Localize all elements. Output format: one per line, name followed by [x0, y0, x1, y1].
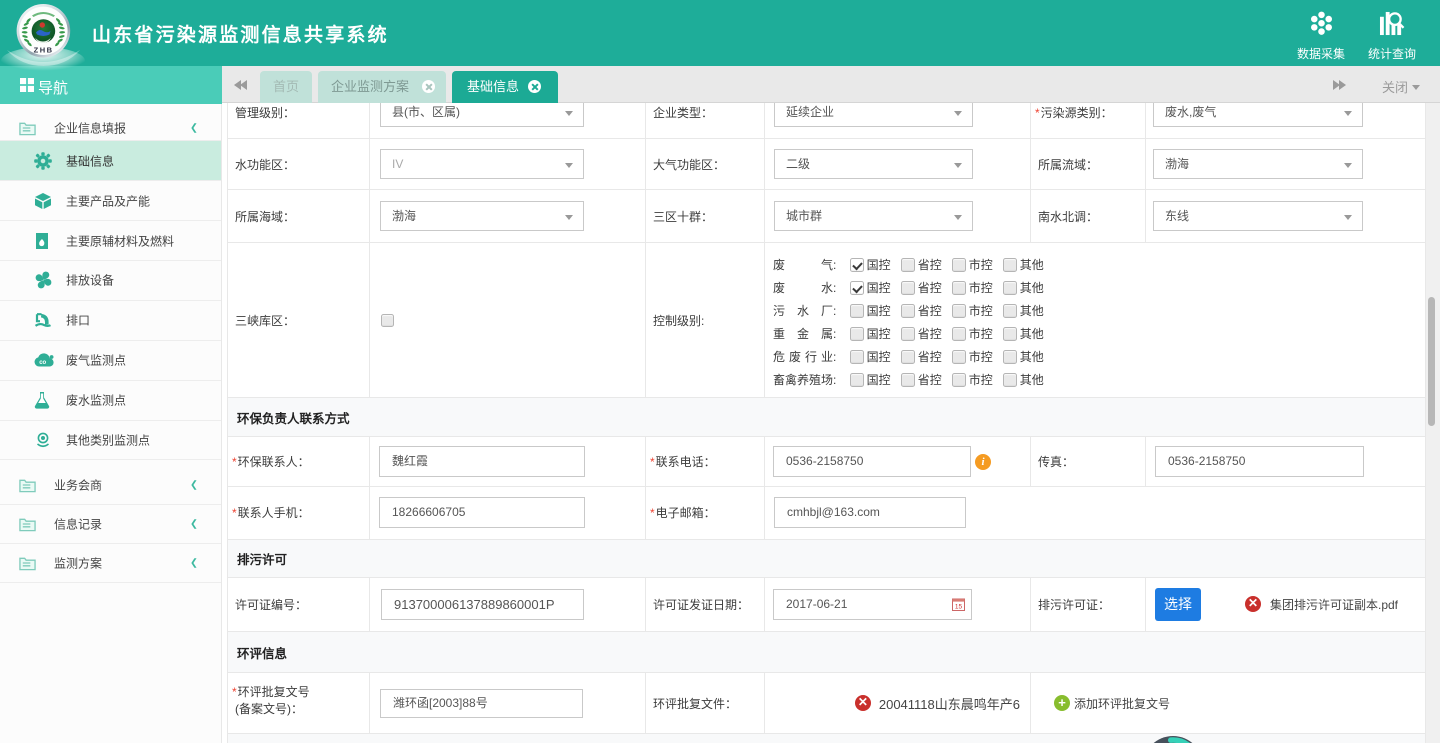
svg-text:co: co — [39, 360, 46, 366]
svg-text:ZHB: ZHB — [34, 46, 54, 55]
svg-text:15: 15 — [955, 603, 963, 610]
